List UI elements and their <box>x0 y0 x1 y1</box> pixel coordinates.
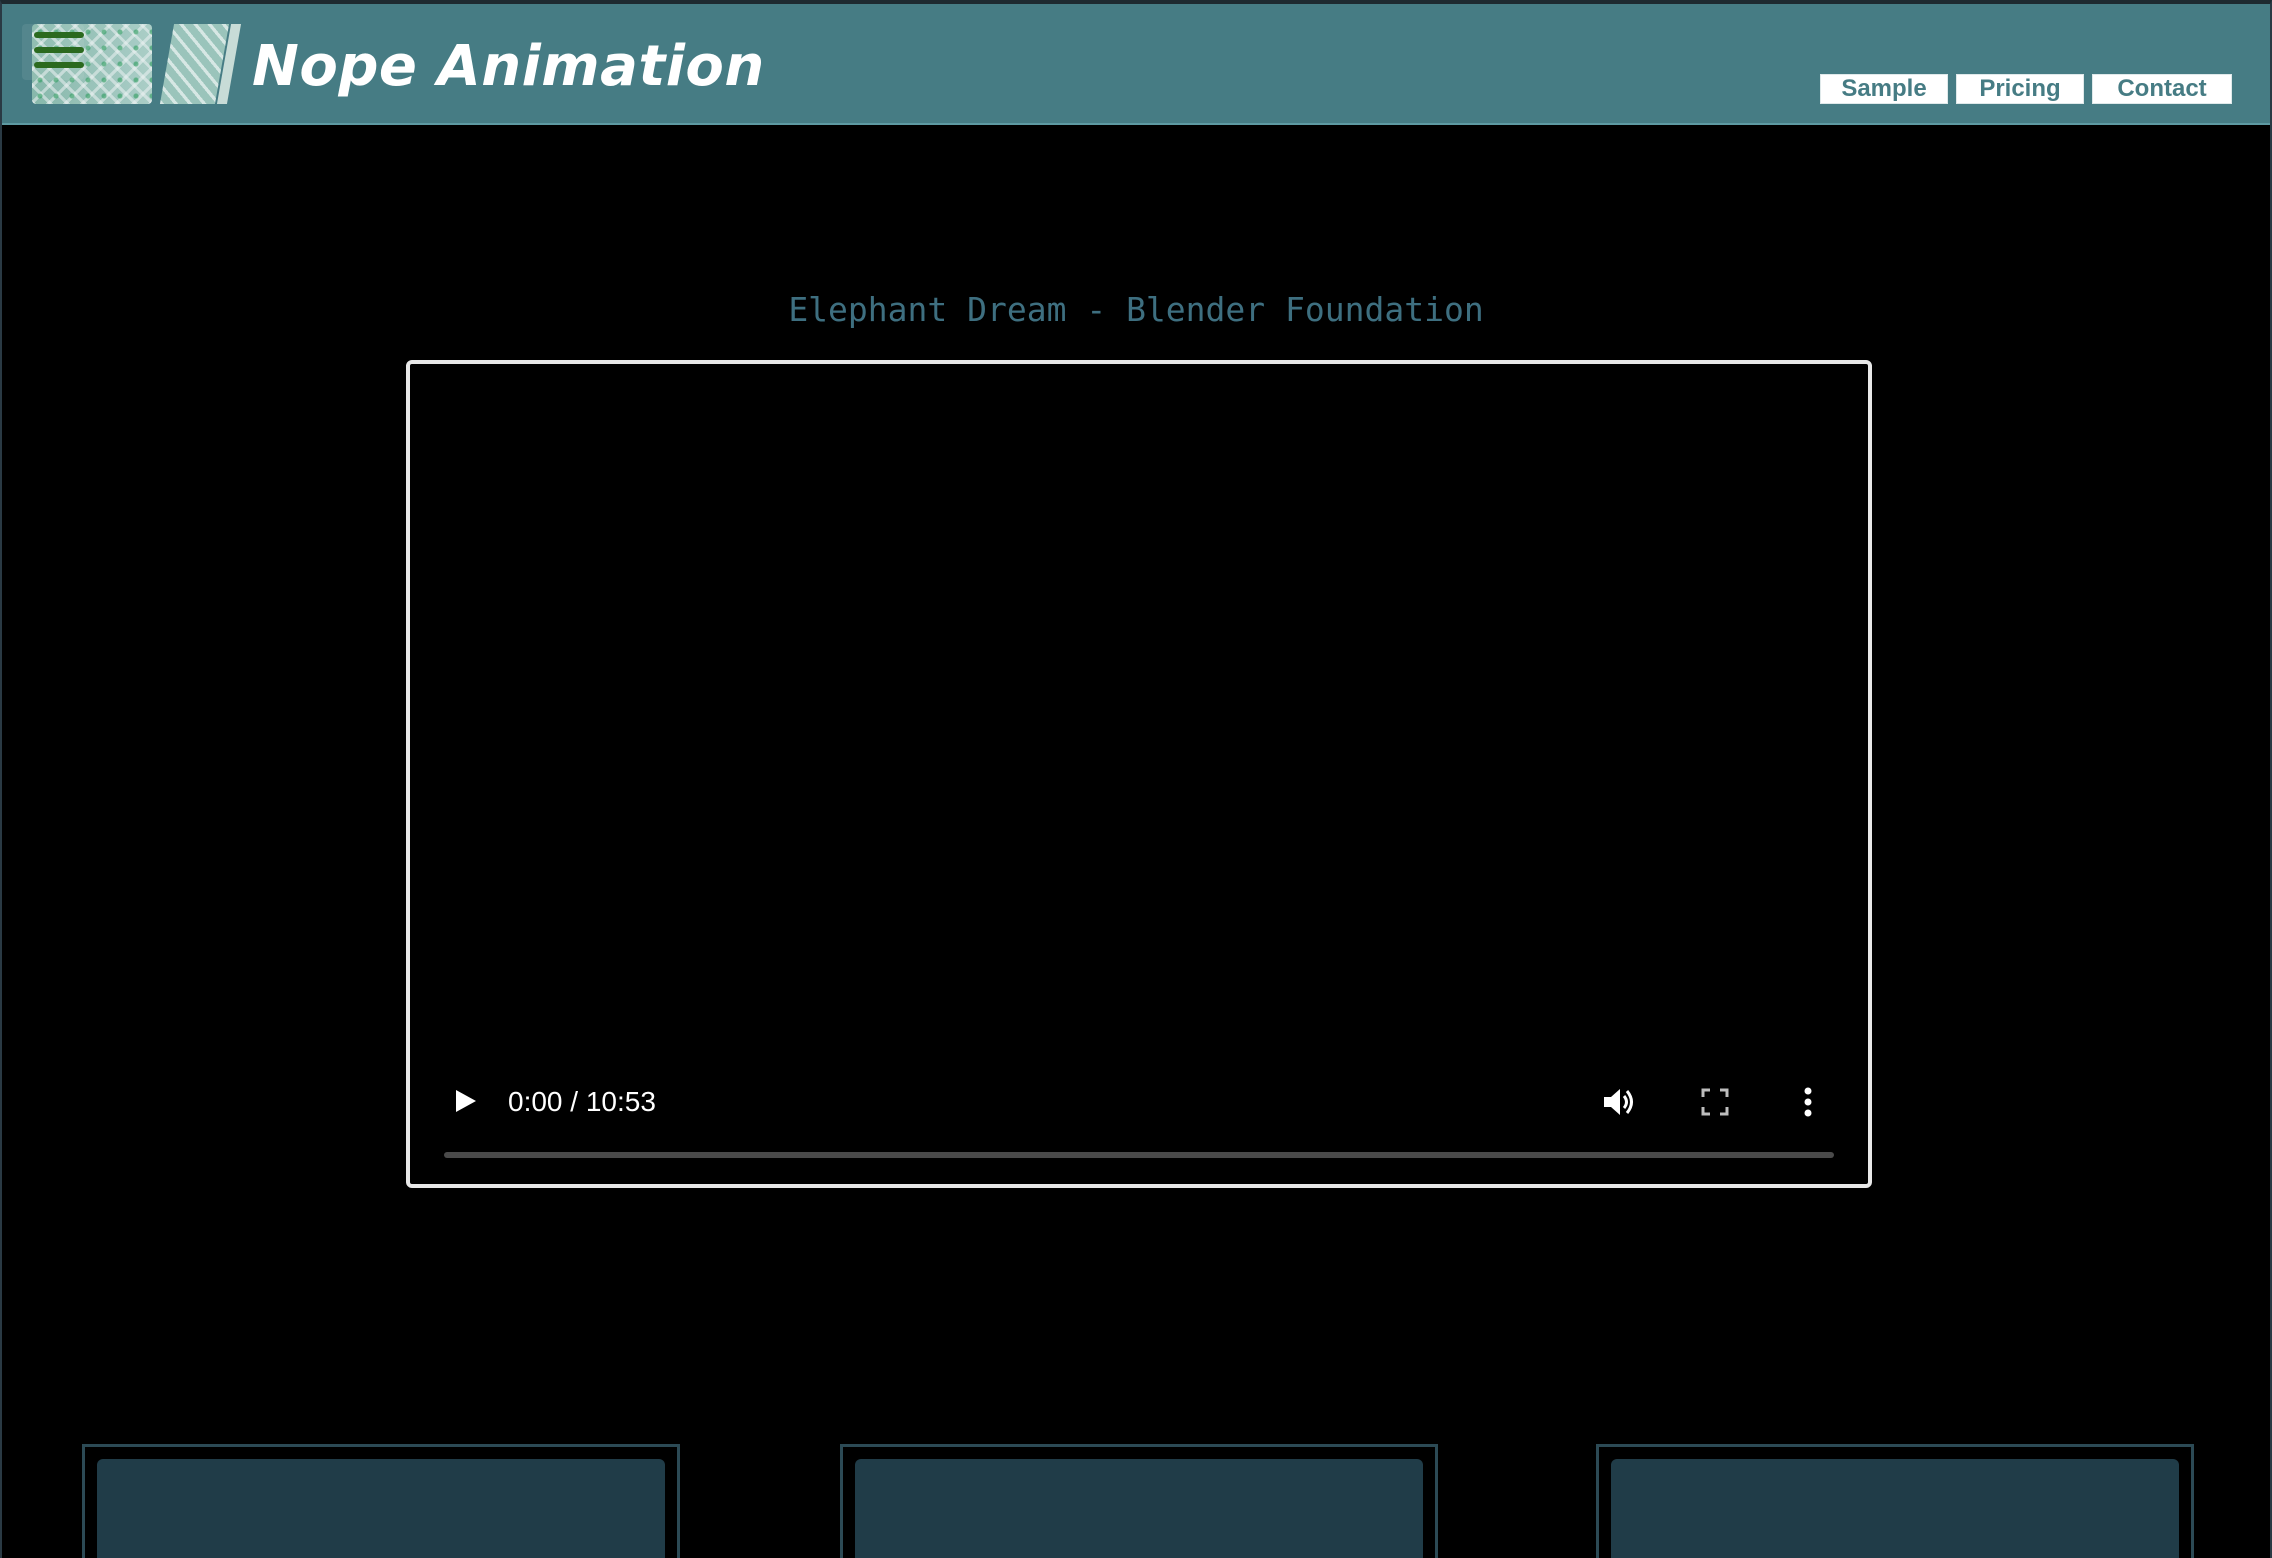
content-card <box>82 1444 680 1558</box>
more-options-icon[interactable] <box>1788 1082 1828 1122</box>
nav-sample-button[interactable]: Sample <box>1820 74 1948 104</box>
brand-title: Nope Animation <box>252 34 765 99</box>
video-title: Elephant Dream - Blender Foundation <box>788 290 1484 329</box>
card-inner <box>1611 1459 2179 1558</box>
main-nav: Sample Pricing Contact <box>1820 74 2232 104</box>
content-card <box>1596 1444 2194 1558</box>
site-header: Nope Animation Sample Pricing Contact <box>2 4 2270 125</box>
volume-icon[interactable] <box>1598 1082 1638 1122</box>
time-display: 0:00 / 10:53 <box>508 1086 656 1117</box>
play-icon[interactable] <box>450 1086 480 1116</box>
fullscreen-icon[interactable] <box>1697 1084 1733 1120</box>
video-controls: 0:00 / 10:53 <box>410 1064 1868 1184</box>
content-card <box>840 1444 1438 1558</box>
nav-contact-button[interactable]: Contact <box>2092 74 2232 104</box>
card-inner <box>855 1459 1423 1558</box>
nav-pricing-button[interactable]: Pricing <box>1956 74 2084 104</box>
hamburger-menu-icon[interactable] <box>22 24 84 80</box>
card-inner <box>97 1459 665 1558</box>
video-player[interactable]: 0:00 / 10:53 <box>406 360 1872 1188</box>
video-progress-bar[interactable] <box>444 1152 1834 1158</box>
